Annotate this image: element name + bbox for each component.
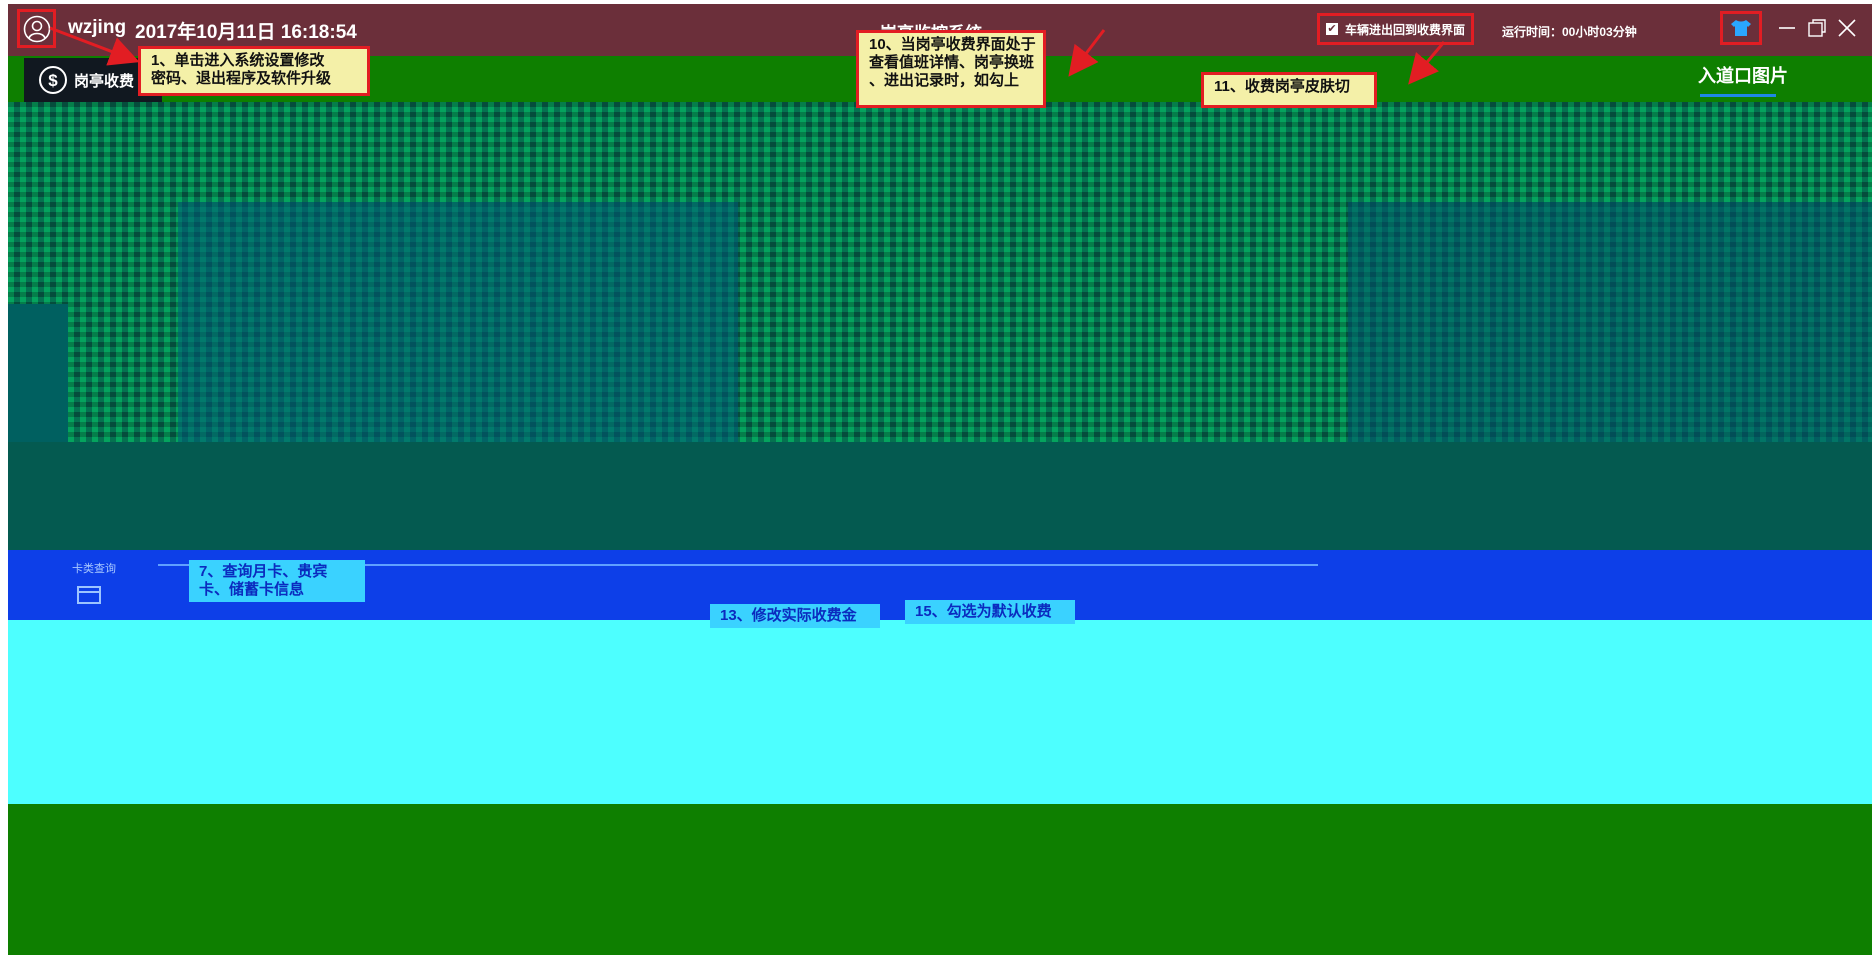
minimize-icon: [1779, 27, 1795, 29]
query-card-icon[interactable]: [76, 584, 102, 606]
return-checkbox-label: 车辆进出回到收费界面: [1345, 22, 1466, 37]
card-query-label: 卡类查询: [72, 563, 116, 575]
skin-switch-button[interactable]: [1720, 11, 1762, 45]
runtime-text: 运行时间：00小时03分钟: [1502, 25, 1637, 39]
toll-operation-area: [8, 620, 1872, 804]
toll-info-strip: [8, 442, 1872, 550]
dollar-circle-icon: $: [39, 66, 67, 94]
callout-15-default-charge: 15、勾选为默认收费: [905, 600, 1075, 624]
callout-1-system-settings: 1、单击进入系统设置修改 密码、退出程序及软件升级: [138, 46, 370, 96]
callout-10-return-to-toll: 10、当岗亭收费界面处于 查看值班详情、岗亭换班 、进出记录时，如勾上: [856, 30, 1046, 108]
active-tab-underline: [1700, 94, 1776, 97]
maximize-icon: [1808, 19, 1826, 37]
skin-icon: [1731, 20, 1751, 36]
tab-entrance-picture-label: 入道口图片: [1698, 66, 1788, 86]
user-menu-button[interactable]: [17, 9, 56, 48]
tab-entrance-picture[interactable]: 入道口图片: [1588, 48, 1788, 97]
close-button[interactable]: [1834, 15, 1860, 41]
login-time: 2017年10月11日 16:18:54: [135, 22, 357, 43]
return-to-toll-checkbox[interactable]: ✔ 车辆进出回到收费界面: [1317, 13, 1475, 45]
svg-text:$: $: [48, 71, 58, 90]
callout-13-modify-amount: 13、修改实际收费金: [710, 604, 880, 628]
close-icon: [1838, 19, 1856, 37]
user-name: wzjing: [68, 17, 127, 38]
tab-toll-collection-label: 岗亭收费: [74, 72, 135, 90]
app-window: 卡类查询 wzjing 2017年10月11日 16:18:54 岗亭监控系统 …: [8, 4, 1872, 955]
camera-video-area: [8, 102, 1872, 492]
callout-11-skin-switch: 11、收费岗亭皮肤切: [1201, 72, 1377, 108]
maximize-button[interactable]: [1804, 15, 1830, 41]
minimize-button[interactable]: [1774, 15, 1800, 41]
callout-7-card-query: 7、查询月卡、贵宾 卡、储蓄卡信息: [189, 560, 365, 602]
user-icon: [23, 15, 50, 42]
checkbox-checked-icon: ✔: [1326, 23, 1338, 35]
